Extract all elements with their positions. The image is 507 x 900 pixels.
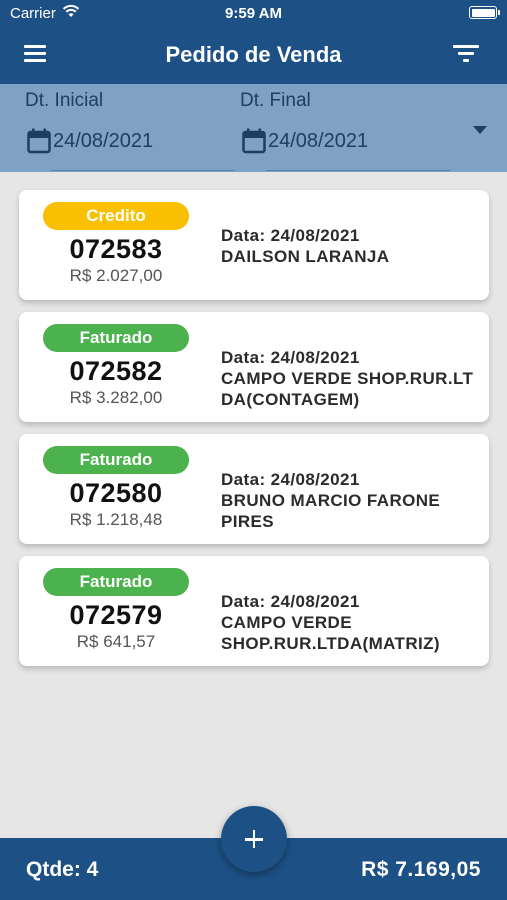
- order-info: Data: 24/08/2021 CAMPO VERDE SHOP.RUR.LT…: [221, 591, 477, 654]
- date-filter-bar: Dt. Inicial 24/08/2021 Dt. Final 24/08/2…: [0, 84, 507, 172]
- start-date-underline: [51, 170, 235, 171]
- order-total: R$ 7.169,05: [361, 858, 481, 881]
- order-card[interactable]: Credito 072583 R$ 2.027,00 Data: 24/08/2…: [19, 190, 489, 300]
- end-date-field[interactable]: Dt. Final 24/08/2021: [240, 84, 450, 172]
- order-count: Qtde: 4: [26, 858, 99, 881]
- battery-icon: [469, 6, 500, 19]
- page-title: Pedido de Venda: [165, 42, 342, 67]
- filter-icon[interactable]: [453, 45, 481, 65]
- order-info: Data: 24/08/2021 DAILSON LARANJA: [221, 225, 477, 267]
- order-date: Data: 24/08/2021: [221, 470, 360, 489]
- order-card[interactable]: Faturado 072579 R$ 641,57 Data: 24/08/20…: [19, 556, 489, 666]
- end-date-label: Dt. Final: [240, 90, 311, 111]
- status-badge: Credito: [43, 202, 189, 230]
- calendar-icon: [242, 128, 266, 154]
- customer-name: DAILSON LARANJA: [221, 247, 390, 266]
- order-number: 072580: [69, 478, 163, 508]
- order-amount: R$ 1.218,48: [69, 510, 163, 529]
- order-info: Data: 24/08/2021 BRUNO MARCIO FARONE PIR…: [221, 469, 477, 532]
- start-date-value: 24/08/2021: [53, 129, 154, 152]
- caret-down-icon[interactable]: [473, 126, 487, 134]
- app-header: Pedido de Venda: [0, 26, 507, 84]
- order-date: Data: 24/08/2021: [221, 226, 360, 245]
- clock: 9:59 AM: [225, 5, 282, 22]
- order-date: Data: 24/08/2021: [221, 592, 360, 611]
- start-date-picker[interactable]: 24/08/2021: [27, 128, 153, 154]
- status-badge: Faturado: [43, 568, 189, 596]
- start-date-label: Dt. Inicial: [25, 90, 104, 111]
- customer-name: BRUNO MARCIO FARONE PIRES: [221, 491, 441, 531]
- status-badge: Faturado: [43, 324, 189, 352]
- order-amount: R$ 2.027,00: [69, 266, 163, 285]
- order-number: 072583: [69, 234, 163, 264]
- end-date-underline: [266, 170, 450, 171]
- order-list: Credito 072583 R$ 2.027,00 Data: 24/08/2…: [19, 190, 489, 678]
- status-badge: Faturado: [43, 446, 189, 474]
- order-number: 072579: [69, 600, 163, 630]
- order-number: 072582: [69, 356, 163, 386]
- end-date-value: 24/08/2021: [268, 129, 369, 152]
- customer-name: CAMPO VERDE SHOP.RUR.LTDA(MATRIZ): [221, 613, 440, 653]
- start-date-field[interactable]: Dt. Inicial 24/08/2021: [25, 84, 235, 172]
- customer-name: CAMPO VERDE SHOP.RUR.LTDA(CONTAGEM): [221, 369, 474, 409]
- calendar-icon: [27, 128, 51, 154]
- order-amount: R$ 641,57: [76, 632, 156, 651]
- order-card[interactable]: Faturado 072580 R$ 1.218,48 Data: 24/08/…: [19, 434, 489, 544]
- end-date-picker[interactable]: 24/08/2021: [242, 128, 368, 154]
- order-info: Data: 24/08/2021 CAMPO VERDE SHOP.RUR.LT…: [221, 347, 477, 410]
- order-date: Data: 24/08/2021: [221, 348, 360, 367]
- add-order-button[interactable]: [221, 806, 287, 872]
- order-amount: R$ 3.282,00: [69, 388, 163, 407]
- plus-icon-vertical: [252, 830, 256, 848]
- status-bar: Carrier 9:59 AM: [0, 0, 507, 26]
- order-card[interactable]: Faturado 072582 R$ 3.282,00 Data: 24/08/…: [19, 312, 489, 422]
